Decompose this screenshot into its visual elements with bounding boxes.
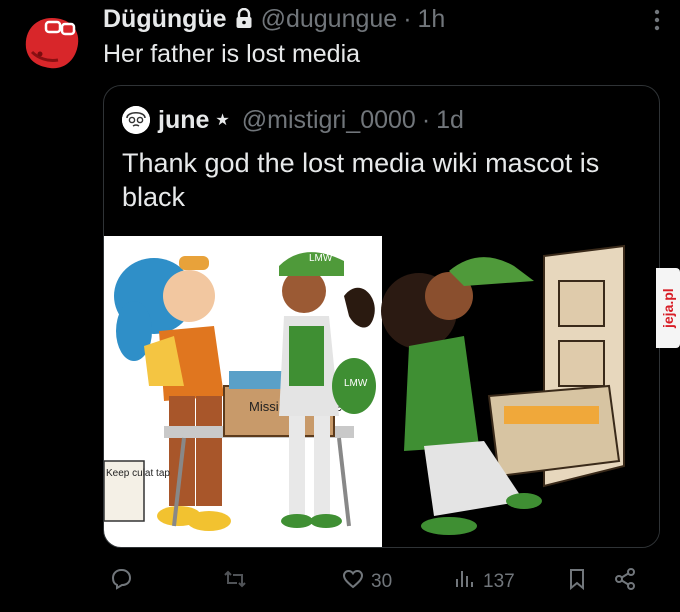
quoted-tweet[interactable]: june ★ @mistigri_0000 · 1d Thank god the…: [103, 85, 660, 548]
more-icon[interactable]: [654, 9, 660, 31]
separator-dot: ·: [403, 4, 412, 33]
separator-dot: ·: [421, 105, 431, 134]
quoted-timestamp[interactable]: 1d: [436, 106, 464, 135]
retweet-button[interactable]: [223, 562, 247, 602]
image-left-sign-small: Keep culat tap: [106, 468, 170, 479]
quoted-handle[interactable]: @mistigri_0000: [242, 106, 416, 135]
views-count: 137: [483, 571, 515, 592]
bookmark-button[interactable]: [565, 562, 589, 602]
bookmark-icon: [565, 567, 589, 597]
like-count: 30: [371, 571, 393, 592]
image-right-panel: [381, 236, 659, 547]
image-left-panel: Missing episode LMW LMW Keep culat tap: [104, 236, 382, 547]
retweet-icon: [223, 567, 247, 597]
reply-icon: [109, 567, 133, 597]
share-button[interactable]: [613, 562, 637, 602]
star-icon: ★: [215, 112, 230, 129]
lock-icon: [235, 7, 253, 30]
watermark-logo: jeja.pl: [656, 268, 680, 348]
like-button[interactable]: 30: [341, 562, 392, 602]
author-display-name[interactable]: Dügüngüe: [103, 5, 227, 34]
views-button[interactable]: 137: [453, 562, 515, 602]
like-icon: [341, 567, 365, 597]
quoted-display-name[interactable]: june: [158, 106, 209, 135]
share-icon: [613, 567, 637, 597]
tweet-header: Dügüngüe @dugungue · 1h: [103, 4, 660, 34]
image-left-cap: LMW: [309, 253, 333, 264]
tweet-timestamp[interactable]: 1h: [418, 5, 446, 34]
quoted-avatar[interactable]: [122, 106, 150, 134]
quoted-media[interactable]: Missing episode LMW LMW Keep culat tap: [104, 236, 659, 547]
action-bar: 30 137: [103, 562, 660, 602]
author-avatar[interactable]: [18, 8, 86, 76]
views-icon: [453, 567, 477, 597]
reply-button[interactable]: [109, 562, 133, 602]
image-left-bag: LMW: [344, 378, 368, 389]
author-handle[interactable]: @dugungue: [261, 5, 398, 34]
quoted-text: Thank god the lost media wiki mascot is …: [122, 148, 600, 212]
tweet-text: Her father is lost media: [103, 40, 361, 68]
quoted-header: june ★ @mistigri_0000 · 1d: [122, 104, 464, 136]
